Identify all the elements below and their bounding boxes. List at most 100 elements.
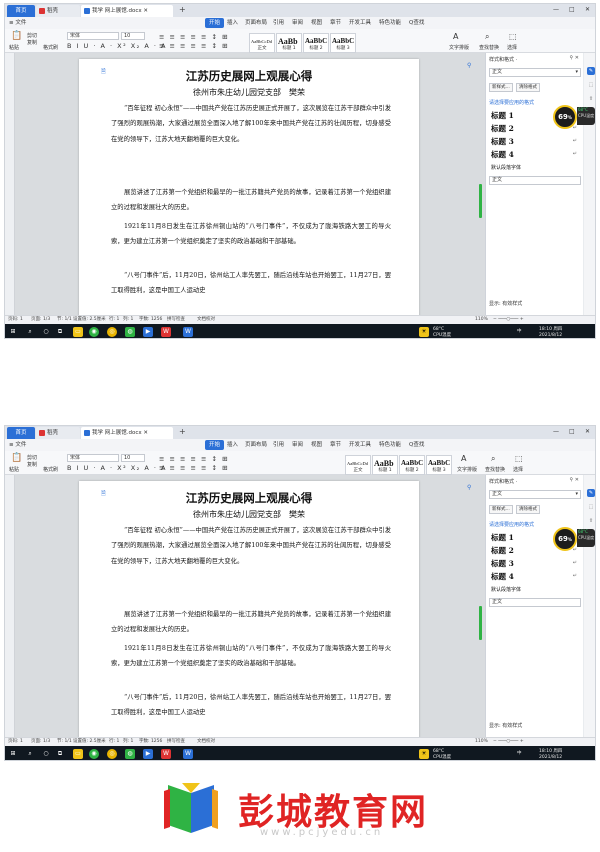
- style-format-tool-icon[interactable]: ✎: [587, 67, 595, 75]
- style-heading2[interactable]: AaBbC 标题 2: [399, 455, 425, 475]
- select-button[interactable]: 选择: [513, 466, 523, 473]
- wechat-icon[interactable]: ◍: [125, 327, 135, 337]
- media-icon[interactable]: ▶: [143, 327, 153, 337]
- new-style-button[interactable]: 新样式...: [489, 505, 513, 514]
- maximize-button[interactable]: □: [569, 428, 575, 435]
- style-list-heading4[interactable]: 标题 4: [491, 149, 514, 160]
- style-format-tool-icon[interactable]: ✎: [587, 489, 595, 497]
- style-body[interactable]: AaBbCcDd 正文: [345, 455, 371, 475]
- chrome-icon[interactable]: ◎: [107, 327, 117, 337]
- style-list-heading2[interactable]: 标题 2: [491, 123, 514, 134]
- file-explorer-icon[interactable]: ▭: [73, 327, 83, 337]
- document-page[interactable]: 🗎 江苏历史展网上观展心得 徐州市朱庄幼儿园党支部 樊荣 “百年征程 初心永恒”…: [79, 59, 419, 329]
- select-icon[interactable]: ⬚: [509, 32, 517, 41]
- wps-taskbar-icon[interactable]: W: [161, 327, 171, 337]
- search-icon[interactable]: ⌕: [25, 749, 35, 759]
- cortana-icon[interactable]: ○: [41, 749, 51, 759]
- status-words[interactable]: 字数: 1256: [139, 316, 162, 324]
- wechat-icon[interactable]: ◍: [125, 749, 135, 759]
- show-styles-select[interactable]: 显示: 有效样式: [489, 722, 522, 729]
- text-layout-button[interactable]: 文字排版: [449, 44, 469, 51]
- task-view-icon[interactable]: ⧉: [55, 749, 65, 759]
- close-button[interactable]: ✕: [585, 428, 590, 435]
- text-layout-button[interactable]: 文字排版: [457, 466, 477, 473]
- style-list-heading1[interactable]: 标题 1: [491, 110, 514, 121]
- search-button[interactable]: Q查找: [409, 17, 424, 29]
- chrome-icon[interactable]: ◎: [107, 749, 117, 759]
- tab-wps[interactable]: 稻壳: [36, 427, 80, 439]
- paste-button[interactable]: 粘贴: [9, 44, 19, 51]
- new-tab-button[interactable]: +: [179, 427, 186, 436]
- menu-chapter[interactable]: 章节: [330, 17, 341, 29]
- taskbar-date[interactable]: 2021/8/12: [539, 333, 562, 338]
- zoom-slider[interactable]: − ───○─── +: [493, 316, 524, 324]
- paste-icon[interactable]: 📋: [11, 453, 22, 463]
- style-list-heading1[interactable]: 标题 1: [491, 532, 514, 543]
- file-menu[interactable]: ≡ 文件: [9, 439, 26, 451]
- menu-start[interactable]: 开始: [205, 440, 225, 450]
- menu-dev-tools[interactable]: 开发工具: [349, 17, 371, 29]
- media-icon[interactable]: ▶: [143, 749, 153, 759]
- cpu-usage-badge[interactable]: 69%: [553, 527, 577, 551]
- taskbar-time[interactable]: 18:10 周四: [539, 327, 562, 333]
- style-list-heading3[interactable]: 标题 3: [491, 136, 514, 147]
- file-explorer-icon[interactable]: ▭: [73, 749, 83, 759]
- select-icon[interactable]: ⬚: [515, 454, 523, 463]
- task-view-icon[interactable]: ⧉: [55, 327, 65, 337]
- clear-format-button[interactable]: 清除格式: [516, 83, 540, 92]
- style-list-default-font[interactable]: 默认段落字体: [491, 164, 521, 171]
- font-size-select[interactable]: 10: [121, 454, 145, 462]
- style-heading2[interactable]: AaBbC 标题 2: [303, 33, 329, 53]
- scrollbar-thumb[interactable]: [479, 184, 482, 218]
- cut-button[interactable]: 剪切: [27, 454, 37, 461]
- menu-chapter[interactable]: 章节: [330, 439, 341, 451]
- zoom-level[interactable]: 110%: [475, 316, 488, 324]
- location-pin-icon[interactable]: ⚲: [467, 62, 471, 69]
- share-tool-icon[interactable]: ⇪: [587, 95, 595, 103]
- weather-icon[interactable]: ☀: [419, 327, 429, 337]
- style-list-heading4[interactable]: 标题 4: [491, 571, 514, 582]
- wps-taskbar-icon[interactable]: W: [161, 749, 171, 759]
- menu-insert[interactable]: 插入: [227, 439, 238, 451]
- menu-page-layout[interactable]: 页面布局: [245, 439, 267, 451]
- search-icon[interactable]: ⌕: [25, 327, 35, 337]
- new-tab-button[interactable]: +: [179, 5, 186, 14]
- browser-icon[interactable]: ◉: [89, 327, 99, 337]
- current-style-select[interactable]: 正文 ▾: [489, 490, 581, 499]
- menu-special[interactable]: 特色功能: [379, 17, 401, 29]
- font-name-select[interactable]: 宋体: [67, 32, 119, 40]
- status-doc-check[interactable]: 文档校对: [197, 738, 215, 746]
- style-list-body[interactable]: 正文: [489, 598, 581, 607]
- select-button[interactable]: 选择: [507, 44, 517, 51]
- paste-button[interactable]: 粘贴: [9, 466, 19, 473]
- format-painter-button[interactable]: 格式刷: [43, 466, 58, 473]
- font-size-select[interactable]: 10: [121, 32, 145, 40]
- style-heading1[interactable]: AaBb 标题 1: [276, 33, 302, 53]
- style-heading3[interactable]: AaBbC 标题 3: [426, 455, 452, 475]
- style-list-body[interactable]: 正文: [489, 176, 581, 185]
- selection-tool-icon[interactable]: ⬚: [587, 81, 595, 89]
- close-button[interactable]: ✕: [585, 6, 590, 13]
- menu-review[interactable]: 审阅: [292, 17, 303, 29]
- paragraph-buttons-row[interactable]: ≡ ≡ ≡ ≡ ≡ ↕ ⊞: [159, 455, 229, 463]
- clear-format-button[interactable]: 清除格式: [516, 505, 540, 514]
- wps-writer-taskbar-icon[interactable]: W: [183, 327, 193, 337]
- scrollbar-thumb[interactable]: [479, 606, 482, 640]
- menu-view[interactable]: 视图: [311, 439, 322, 451]
- weather-icon[interactable]: ☀: [419, 749, 429, 759]
- font-name-select[interactable]: 宋体: [67, 454, 119, 462]
- file-menu[interactable]: ≡ 文件: [9, 17, 26, 29]
- menu-review[interactable]: 审阅: [292, 439, 303, 451]
- maximize-button[interactable]: □: [569, 6, 575, 13]
- find-replace-icon[interactable]: ⌕: [491, 454, 495, 464]
- style-list-default-font[interactable]: 默认段落字体: [491, 586, 521, 593]
- selection-tool-icon[interactable]: ⬚: [587, 503, 595, 511]
- search-button[interactable]: Q查找: [409, 439, 424, 451]
- tab-home[interactable]: 首页: [7, 5, 35, 17]
- taskbar-time[interactable]: 18:10 周四: [539, 749, 562, 755]
- ime-indicator[interactable]: 中: [517, 329, 522, 335]
- style-list-heading2[interactable]: 标题 2: [491, 545, 514, 556]
- zoom-slider[interactable]: − ───○─── +: [493, 738, 524, 746]
- paragraph-buttons-row[interactable]: ≡ ≡ ≡ ≡ ≡ ↕ ⊞: [159, 33, 229, 41]
- style-heading3[interactable]: AaBbC 标题 3: [330, 33, 356, 53]
